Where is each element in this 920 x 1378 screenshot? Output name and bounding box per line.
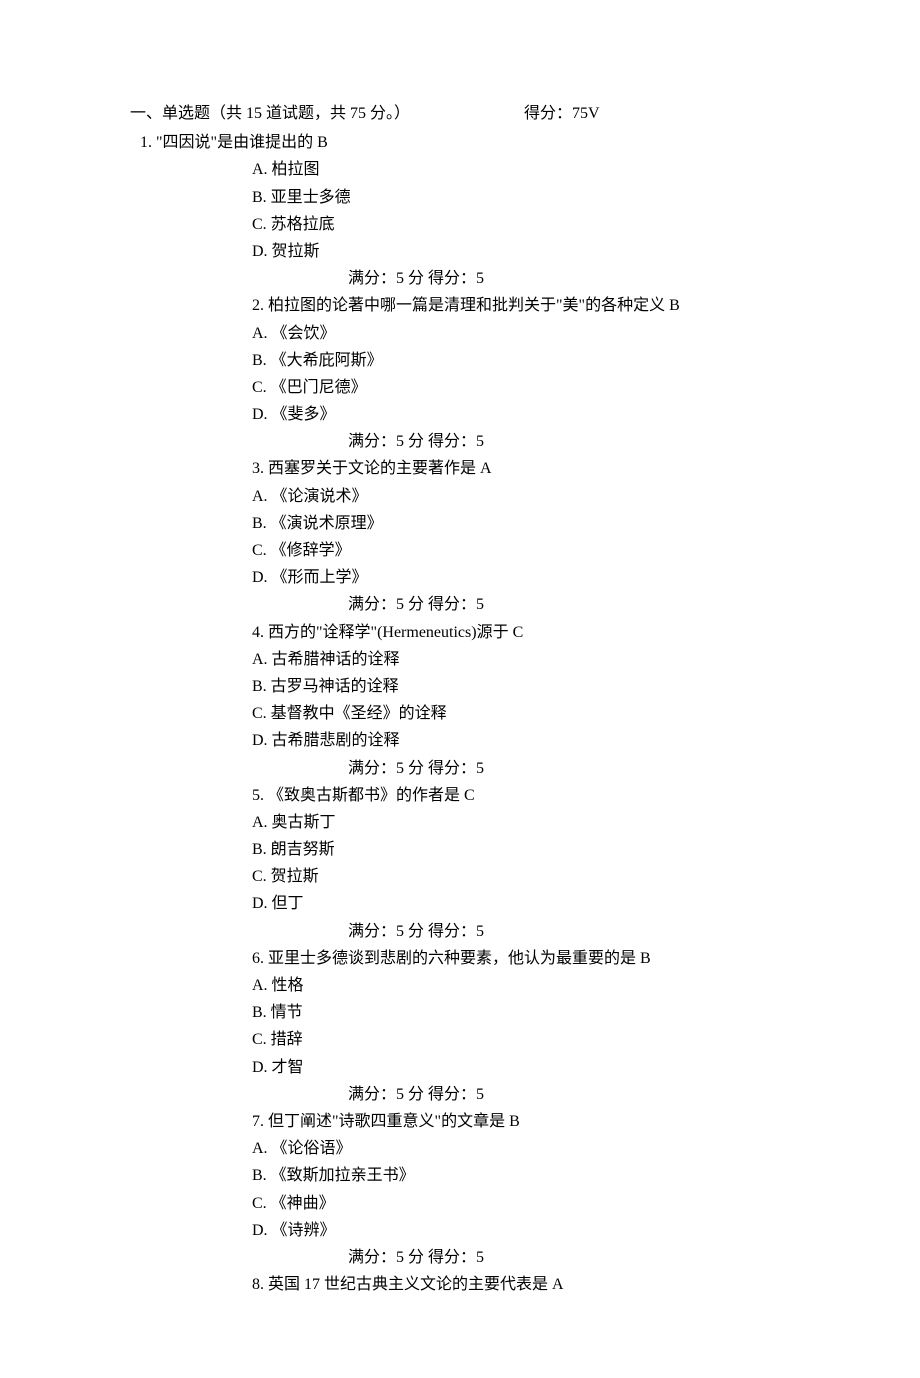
question-2: 2. 柏拉图的论著中哪一篇是清理和批判关于"美"的各种定义 B [252, 292, 790, 319]
section-title: 一、单选题（共 15 道试题，共 75 分。） [130, 105, 410, 122]
option-a: A. 柏拉图 [252, 156, 790, 183]
section-score: 得分：75V [524, 105, 600, 122]
score-line: 满分：5 分 得分：5 [348, 1081, 790, 1108]
option-d: D. 古希腊悲剧的诠释 [252, 727, 790, 754]
question-1: 1. "四因说"是由谁提出的 B [140, 129, 790, 156]
option-d: D. 但丁 [252, 890, 790, 917]
option-c: C. 《修辞学》 [252, 537, 790, 564]
option-b: B. 情节 [252, 999, 790, 1026]
option-c: C. 贺拉斯 [252, 863, 790, 890]
option-b: B. 《演说术原理》 [252, 510, 790, 537]
option-a: A. 《论俗语》 [252, 1135, 790, 1162]
option-a: A. 《会饮》 [252, 320, 790, 347]
question-8: 8. 英国 17 世纪古典主义文论的主要代表是 A [252, 1271, 790, 1298]
question-5: 5. 《致奥古斯都书》的作者是 C [252, 782, 790, 809]
option-d: D. 才智 [252, 1054, 790, 1081]
option-c: C. 基督教中《圣经》的诠释 [252, 700, 790, 727]
option-b: B. 亚里士多德 [252, 184, 790, 211]
option-d: D. 贺拉斯 [252, 238, 790, 265]
option-d: D. 《斐多》 [252, 401, 790, 428]
score-line: 满分：5 分 得分：5 [348, 1244, 790, 1271]
question-text: "四因说"是由谁提出的 B [156, 134, 328, 151]
question-6: 6. 亚里士多德谈到悲剧的六种要素，他认为最重要的是 B [252, 945, 790, 972]
option-a: A. 《论演说术》 [252, 483, 790, 510]
score-line: 满分：5 分 得分：5 [348, 755, 790, 782]
option-c: C. 《神曲》 [252, 1190, 790, 1217]
option-c: C. 《巴门尼德》 [252, 374, 790, 401]
score-line: 满分：5 分 得分：5 [348, 428, 790, 455]
option-b: B. 古罗马神话的诠释 [252, 673, 790, 700]
option-a: A. 古希腊神话的诠释 [252, 646, 790, 673]
option-a: A. 奥古斯丁 [252, 809, 790, 836]
option-b: B. 《致斯加拉亲王书》 [252, 1162, 790, 1189]
question-number: 1. [140, 134, 152, 151]
option-b: B. 《大希庇阿斯》 [252, 347, 790, 374]
option-a: A. 性格 [252, 972, 790, 999]
option-c: C. 措辞 [252, 1026, 790, 1053]
option-b: B. 朗吉努斯 [252, 836, 790, 863]
option-c: C. 苏格拉底 [252, 211, 790, 238]
question-4: 4. 西方的"诠释学"(Hermeneutics)源于 C [252, 619, 790, 646]
score-line: 满分：5 分 得分：5 [348, 591, 790, 618]
question-3: 3. 西塞罗关于文论的主要著作是 A [252, 455, 790, 482]
score-line: 满分：5 分 得分：5 [348, 265, 790, 292]
option-d: D. 《形而上学》 [252, 564, 790, 591]
section-header: 一、单选题（共 15 道试题，共 75 分。） 得分：75V [130, 100, 790, 127]
score-line: 满分：5 分 得分：5 [348, 918, 790, 945]
option-d: D. 《诗辨》 [252, 1217, 790, 1244]
question-7: 7. 但丁阐述"诗歌四重意义"的文章是 B [252, 1108, 790, 1135]
